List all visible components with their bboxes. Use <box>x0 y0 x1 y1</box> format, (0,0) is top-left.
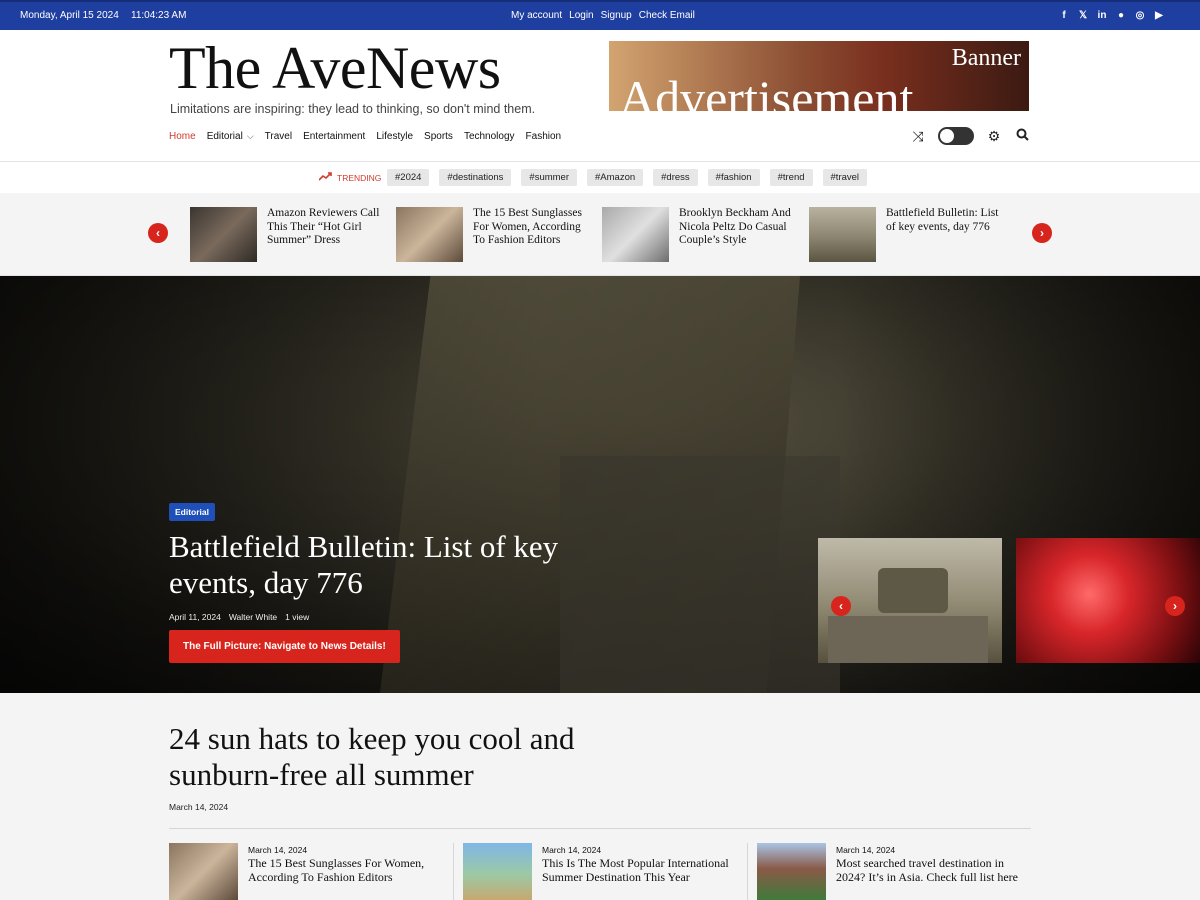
site-logo[interactable]: The AveNews <box>169 38 501 98</box>
carousel-item-title: Amazon Reviewers Call This Their “Hot Gi… <box>267 207 380 246</box>
read-more-button[interactable]: The Full Picture: Navigate to News Detai… <box>169 630 400 663</box>
tag-2024[interactable]: #2024 <box>387 169 430 186</box>
article-thumbnail <box>809 207 876 262</box>
facebook-icon[interactable]: f <box>1059 11 1069 21</box>
article-thumbnail <box>463 843 532 900</box>
category-badge[interactable]: Editorial <box>169 503 216 521</box>
news-carousel: ‹ Amazon Reviewers Call This Their “Hot … <box>0 193 1200 276</box>
article-thumbnail <box>602 207 669 262</box>
nav-item-label: Editorial <box>206 131 243 142</box>
hero-date: April 11, 2024 <box>169 612 221 622</box>
tag-summer[interactable]: #summer <box>521 169 577 186</box>
carousel-item-title: The 15 Best Sunglasses For Women, Accord… <box>473 207 582 246</box>
shuffle-icon[interactable]: ⤨ <box>910 128 926 145</box>
linkedin-icon[interactable]: in <box>1097 11 1107 21</box>
top-bar: Monday, April 15 2024 11:04:23 AM My acc… <box>0 0 1200 30</box>
carousel-item-title: Battlefield Bulletin: List of key events… <box>886 207 999 233</box>
carousel-prev-button[interactable]: ‹ <box>148 223 168 243</box>
article-title: This Is The Most Popular International S… <box>542 856 729 884</box>
card-separator <box>747 843 748 900</box>
trending-up-icon <box>318 172 332 183</box>
nav-item-technology[interactable]: Technology <box>464 131 515 142</box>
nav-item-lifestyle[interactable]: Lifestyle <box>376 131 413 142</box>
article-card[interactable]: March 14, 2024 Most searched travel dest… <box>757 843 1037 900</box>
header-tools: ⤨ ⚙ <box>910 127 1030 145</box>
tag-travel[interactable]: #travel <box>822 169 868 186</box>
trending-tags: #2024 #destinations #summer #Amazon #dre… <box>387 169 868 186</box>
hero-views: 1 view <box>285 612 310 622</box>
article-card[interactable]: March 14, 2024 The 15 Best Sunglasses Fo… <box>169 843 449 900</box>
hero-slider: Editorial Battlefield Bulletin: List of … <box>0 276 1200 693</box>
carousel-item[interactable]: Brooklyn Beckham And Nicola Peltz Do Cas… <box>602 207 802 262</box>
hero-meta: April 11, 2024 Walter White 1 view <box>169 612 309 622</box>
carousel-item[interactable]: Battlefield Bulletin: List of key events… <box>809 207 1009 262</box>
carousel-item-title: Brooklyn Beckham And Nicola Peltz Do Cas… <box>679 207 791 246</box>
tag-trend[interactable]: #trend <box>769 169 813 186</box>
nav-item-fashion[interactable]: Fashion <box>526 131 562 142</box>
hero-prev-button[interactable]: ‹ <box>831 596 851 616</box>
social-links: f 𝕏 in ● ◎ ▶ <box>1059 11 1164 21</box>
article-thumbnail <box>757 843 826 900</box>
nav-item-home[interactable]: Home <box>169 131 196 142</box>
signup-link[interactable]: Signup <box>601 10 632 21</box>
nav-item-travel[interactable]: Travel <box>265 131 292 142</box>
tag-amazon[interactable]: #Amazon <box>587 169 644 186</box>
site-header: The AveNews Limitations are inspiring: t… <box>0 30 1200 162</box>
thumbnail-ground <box>828 616 988 663</box>
featured-title[interactable]: 24 sun hats to keep you cool and sunburn… <box>169 721 669 793</box>
nav-item-editorial[interactable]: Editorial ⌵ <box>207 131 254 142</box>
youtube-icon[interactable]: ▶ <box>1154 11 1164 21</box>
dark-mode-toggle[interactable] <box>938 127 974 145</box>
nav-item-entertainment[interactable]: Entertainment <box>303 131 365 142</box>
thumbnail-subject <box>878 568 948 613</box>
carousel-item[interactable]: The 15 Best Sunglasses For Women, Accord… <box>396 207 596 262</box>
article-thumbnail <box>190 207 257 262</box>
article-date: March 14, 2024 <box>836 845 896 855</box>
tag-dress[interactable]: #dress <box>653 169 698 186</box>
banner-advertisement[interactable]: Banner Advertisement <box>609 41 1029 111</box>
site-tagline: Limitations are inspiring: they lead to … <box>170 102 536 116</box>
main-nav: Home Editorial ⌵ Travel Entertainment Lif… <box>169 131 561 142</box>
article-date: March 14, 2024 <box>248 845 308 855</box>
trending-text: TRENDING <box>337 172 382 183</box>
article-card[interactable]: March 14, 2024 This Is The Most Popular … <box>463 843 743 900</box>
banner-label: Banner <box>951 45 1021 71</box>
my-account-link[interactable]: My account <box>511 10 562 21</box>
tag-destinations[interactable]: #destinations <box>439 169 512 186</box>
check-email-link[interactable]: Check Email <box>639 10 695 21</box>
nav-item-sports[interactable]: Sports <box>424 131 453 142</box>
featured-date: March 14, 2024 <box>169 802 229 812</box>
trending-label: TRENDING <box>318 172 382 183</box>
gear-icon[interactable]: ⚙ <box>986 128 1002 145</box>
article-thumbnail <box>169 843 238 900</box>
current-date: Monday, April 15 2024 <box>20 10 119 21</box>
article-thumbnail <box>396 207 463 262</box>
account-links: My account Login Signup Check Email <box>511 10 695 21</box>
search-icon[interactable] <box>1014 128 1030 144</box>
hero-next-button[interactable]: › <box>1165 596 1185 616</box>
tag-fashion[interactable]: #fashion <box>707 169 760 186</box>
instagram-icon[interactable]: ◎ <box>1135 11 1145 21</box>
trending-bar: TRENDING #2024 #destinations #summer #Am… <box>0 162 1200 193</box>
card-separator <box>453 843 454 900</box>
article-date: March 14, 2024 <box>542 845 602 855</box>
banner-text: Advertisement <box>619 70 914 111</box>
article-title: Most searched travel destination in 2024… <box>836 856 1018 884</box>
hero-title[interactable]: Battlefield Bulletin: List of key events… <box>169 529 639 601</box>
chevron-down-icon: ⌵ <box>246 131 254 141</box>
current-time: 11:04:23 AM <box>131 10 187 21</box>
carousel-item[interactable]: Amazon Reviewers Call This Their “Hot Gi… <box>190 207 390 262</box>
carousel-next-button[interactable]: › <box>1032 223 1052 243</box>
x-icon[interactable]: 𝕏 <box>1078 11 1088 21</box>
article-title: The 15 Best Sunglasses For Women, Accord… <box>248 856 425 884</box>
hero-author[interactable]: Walter White <box>229 612 277 622</box>
login-link[interactable]: Login <box>569 10 593 21</box>
featured-section: 24 sun hats to keep you cool and sunburn… <box>0 693 1200 900</box>
section-divider <box>169 828 1031 829</box>
spotify-icon[interactable]: ● <box>1116 11 1126 21</box>
